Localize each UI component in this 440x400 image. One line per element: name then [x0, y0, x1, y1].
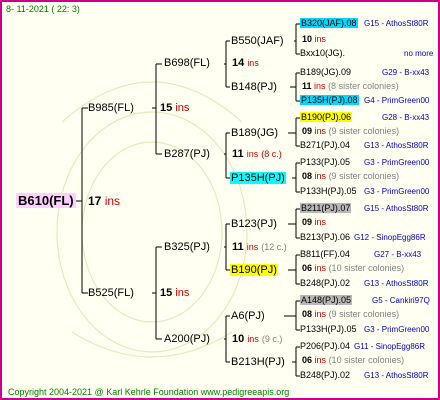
gen4-7-top[interactable]: A148(PJ).05	[300, 295, 353, 305]
gen4-4-top-link[interactable]: G3 - PrimGreen00	[364, 158, 429, 167]
gen3-queen-3[interactable]: B189(JG)	[231, 127, 278, 139]
report-date: 8- 11-2021 ( 22: 3)	[6, 4, 80, 14]
gen4-7-bottom-link[interactable]: G3 - PrimGreen00	[364, 325, 429, 334]
gen4-7-ins: 08 ins (9 sister colonies)	[302, 309, 400, 319]
gen3-queen-2[interactable]: B148(PJ)	[231, 81, 277, 93]
gen4-6-top-link[interactable]: G27 - B-xx43	[374, 250, 421, 259]
gen4-1-ins: 10 ins	[302, 34, 327, 44]
gen3-queen-1[interactable]: B550(JAF)	[231, 35, 284, 47]
gen3-queen-4[interactable]: P135H(PJ)	[230, 172, 286, 184]
gen4-1-top[interactable]: B320(JAF).08	[300, 18, 358, 28]
gen4-8-bottom-link[interactable]: G13 - AthosSt80R	[364, 371, 428, 380]
gen4-4-bottom-link[interactable]: G3 - PrimGreen00	[364, 187, 429, 196]
gen4-5-bottom-link[interactable]: G12 - SinopEgg86R	[354, 233, 426, 242]
gen4-5-bottom[interactable]: B213(PJ).06	[300, 232, 350, 242]
gen2-queen-1[interactable]: B698(FL)	[164, 57, 210, 69]
gen3-queen-6[interactable]: B190(PJ)	[230, 264, 278, 276]
gen4-1-bottom-link[interactable]: no more	[404, 49, 433, 58]
copyright-footer: Copyright 2004-2021 @ Karl Kehrle Founda…	[8, 387, 290, 397]
gen4-4-ins: 08 ins (9 sister colonies)	[302, 171, 400, 181]
gen2-queen-3-inseminations: 11 ins (12 c.)	[232, 241, 287, 253]
gen2-queen-3[interactable]: B325(PJ)	[164, 241, 210, 253]
gen4-1-top-link[interactable]: G15 - AthosSt80R	[364, 19, 428, 28]
gen4-8-bottom[interactable]: B248(PJ).02	[300, 370, 350, 380]
gen2-queen-1-inseminations: 14 ins	[232, 57, 259, 69]
gen1-dam[interactable]: B525(FL)	[88, 287, 134, 299]
gen4-7-bottom[interactable]: P133H(PJ).05	[300, 324, 357, 334]
gen1-dam-inseminations: 15 ins	[160, 287, 190, 299]
root-inseminations: 17 ins	[88, 194, 121, 208]
gen4-8-top[interactable]: P206(PJ).04	[300, 341, 350, 351]
gen2-queen-2-inseminations: 11 ins (8 c.)	[232, 148, 282, 160]
gen4-2-ins: 11 ins (8 sister colonies)	[302, 81, 399, 91]
gen2-queen-2[interactable]: B287(PJ)	[164, 148, 210, 160]
gen4-3-bottom[interactable]: B271(PJ).04	[300, 140, 350, 150]
gen1-sire-inseminations: 15 ins	[160, 102, 190, 114]
gen4-4-top[interactable]: P133(PJ).05	[300, 157, 350, 167]
gen2-queen-4[interactable]: A200(PJ)	[164, 333, 210, 345]
gen4-3-top-link[interactable]: G28 - B-xx43	[382, 113, 429, 122]
gen4-3-bottom-link[interactable]: G13 - AthosSt80R	[364, 141, 428, 150]
gen4-5-top[interactable]: B211(PJ).07	[300, 203, 352, 213]
gen3-queen-8[interactable]: B213H(PJ)	[231, 356, 285, 368]
gen4-8-ins: 06 ins (10 sister colonies)	[302, 355, 405, 365]
gen4-6-ins: 06 ins (10 sister colonies)	[302, 263, 405, 273]
gen4-6-top[interactable]: B811(FF).04	[300, 249, 350, 259]
gen4-2-top-link[interactable]: G29 - B-xx43	[382, 68, 429, 77]
gen4-2-bottom-link[interactable]: G4 - PrimGreen00	[364, 96, 429, 105]
gen4-6-bottom-link[interactable]: G13 - AthosSt80R	[364, 279, 428, 288]
gen4-1-bottom[interactable]: Bxx10(JG).	[300, 48, 345, 58]
gen4-7-top-link[interactable]: G5 - Cankiri97Q	[372, 296, 430, 305]
gen3-queen-7[interactable]: A6(PJ)	[231, 310, 265, 322]
gen4-6-bottom[interactable]: B248(PJ).02	[300, 278, 350, 288]
gen1-sire[interactable]: B985(FL)	[88, 102, 134, 114]
gen4-4-bottom[interactable]: P133H(PJ).05	[300, 186, 357, 196]
gen3-queen-5[interactable]: B123(PJ)	[231, 218, 277, 230]
gen4-3-ins: 09 ins (9 sister colonies)	[302, 126, 400, 136]
gen4-5-ins: 09 ins	[302, 217, 327, 227]
gen4-8-top-link[interactable]: G11 - SinopEgg86R	[354, 342, 425, 351]
gen4-5-top-link[interactable]: G15 - AthosSt80R	[364, 204, 428, 213]
gen4-2-top[interactable]: B189(JG).09	[300, 67, 351, 77]
root-queen[interactable]: B610(FL)	[16, 193, 76, 208]
gen4-2-bottom[interactable]: P135H(PJ).08	[300, 95, 359, 105]
gen4-3-top[interactable]: B190(PJ).06	[300, 112, 353, 122]
gen2-queen-4-inseminations: 10 ins (9 c.)	[232, 333, 283, 345]
pedigree-frame: 8- 11-2021 ( 22: 3) B610(FL) 17 ins B985…	[0, 0, 440, 400]
